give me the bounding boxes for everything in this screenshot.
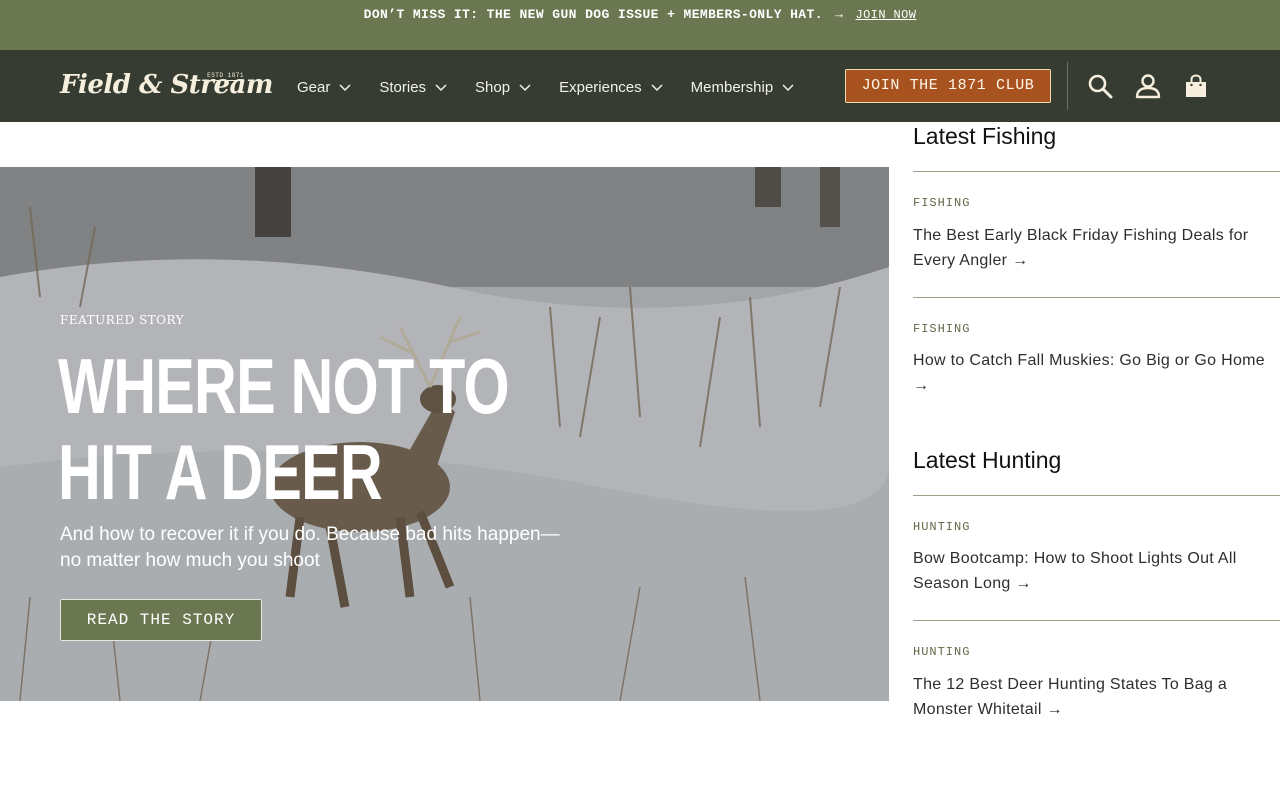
latest-hunting-heading: Latest Hunting bbox=[913, 447, 1062, 473]
chevron-down-icon bbox=[433, 79, 449, 95]
nav-label: Experiences bbox=[559, 78, 642, 96]
chevron-down-icon bbox=[649, 79, 665, 95]
article-category: FISHING bbox=[913, 196, 971, 210]
nav-item-membership[interactable]: Membership bbox=[691, 77, 797, 97]
hero-eyebrow: FEATURED STORY bbox=[60, 313, 185, 327]
article-headline: How to Catch Fall Muskies: Go Big or Go … bbox=[913, 352, 1265, 369]
nav-item-experiences[interactable]: Experiences bbox=[559, 77, 665, 97]
featured-story-hero[interactable]: FEATURED STORY WHERE NOT TO HIT A DEER A… bbox=[0, 167, 889, 701]
article-headline: The 12 Best Deer Hunting States To Bag a… bbox=[913, 676, 1228, 718]
nav-item-stories[interactable]: Stories bbox=[379, 77, 449, 97]
chevron-down-icon bbox=[337, 79, 353, 95]
article-category: FISHING bbox=[913, 322, 971, 336]
arrow-right-icon: → bbox=[913, 377, 930, 394]
chevron-down-icon bbox=[780, 79, 796, 95]
search-icon[interactable] bbox=[1087, 73, 1113, 99]
article-link[interactable]: Bow Bootcamp: How to Shoot Lights Out Al… bbox=[913, 546, 1265, 596]
promo-join-now-link[interactable]: JOIN NOW bbox=[856, 8, 917, 22]
article-link[interactable]: How to Catch Fall Muskies: Go Big or Go … bbox=[913, 348, 1265, 398]
read-the-story-button[interactable]: READ THE STORY bbox=[60, 599, 262, 641]
article-category: HUNTING bbox=[913, 645, 971, 659]
promo-arrow-icon: → bbox=[835, 7, 844, 22]
header-divider bbox=[1067, 62, 1068, 110]
nav-label: Membership bbox=[690, 78, 774, 96]
article-headline: Bow Bootcamp: How to Shoot Lights Out Al… bbox=[913, 550, 1237, 592]
cart-icon[interactable] bbox=[1183, 73, 1209, 99]
arrow-right-icon: → bbox=[1046, 701, 1063, 718]
promo-text: DON’T MISS IT: THE NEW GUN DOG ISSUE + M… bbox=[363, 7, 823, 22]
article-divider bbox=[913, 297, 1280, 298]
nav-label: Gear bbox=[297, 78, 331, 96]
join-club-button[interactable]: JOIN THE 1871 CLUB bbox=[845, 69, 1051, 103]
arrow-right-icon: → bbox=[1012, 252, 1029, 269]
section-divider bbox=[913, 495, 1280, 496]
nav-label: Stories bbox=[379, 78, 427, 96]
logo-established: ESTD 1871 bbox=[207, 72, 244, 81]
section-divider bbox=[913, 171, 1280, 172]
article-category: HUNTING bbox=[913, 520, 971, 534]
nav-item-gear[interactable]: Gear bbox=[297, 77, 353, 97]
latest-fishing-heading: Latest Fishing bbox=[913, 123, 1057, 149]
chevron-down-icon bbox=[517, 79, 533, 95]
account-icon[interactable] bbox=[1135, 73, 1161, 99]
nav-item-shop[interactable]: Shop bbox=[475, 77, 533, 97]
article-headline: The Best Early Black Friday Fishing Deal… bbox=[913, 227, 1249, 269]
nav-label: Shop bbox=[475, 78, 511, 96]
article-divider bbox=[913, 620, 1280, 621]
site-header: Field & Stream ESTD 1871 Gear Stories Sh… bbox=[0, 50, 1280, 122]
promo-content: DON’T MISS IT: THE NEW GUN DOG ISSUE + M… bbox=[0, 7, 1280, 22]
article-link[interactable]: The 12 Best Deer Hunting States To Bag a… bbox=[913, 672, 1265, 722]
arrow-right-icon: → bbox=[1015, 575, 1032, 592]
hero-subtitle: And how to recover it if you do. Because… bbox=[60, 524, 560, 571]
article-link[interactable]: The Best Early Black Friday Fishing Deal… bbox=[913, 223, 1265, 273]
main-nav: Gear Stories Shop Experiences Membership bbox=[297, 77, 822, 97]
hero-title: WHERE NOT TO HIT A DEER bbox=[58, 342, 510, 516]
site-logo[interactable]: Field & Stream ESTD 1871 bbox=[60, 70, 273, 102]
promo-banner: DON’T MISS IT: THE NEW GUN DOG ISSUE + M… bbox=[0, 0, 1280, 50]
